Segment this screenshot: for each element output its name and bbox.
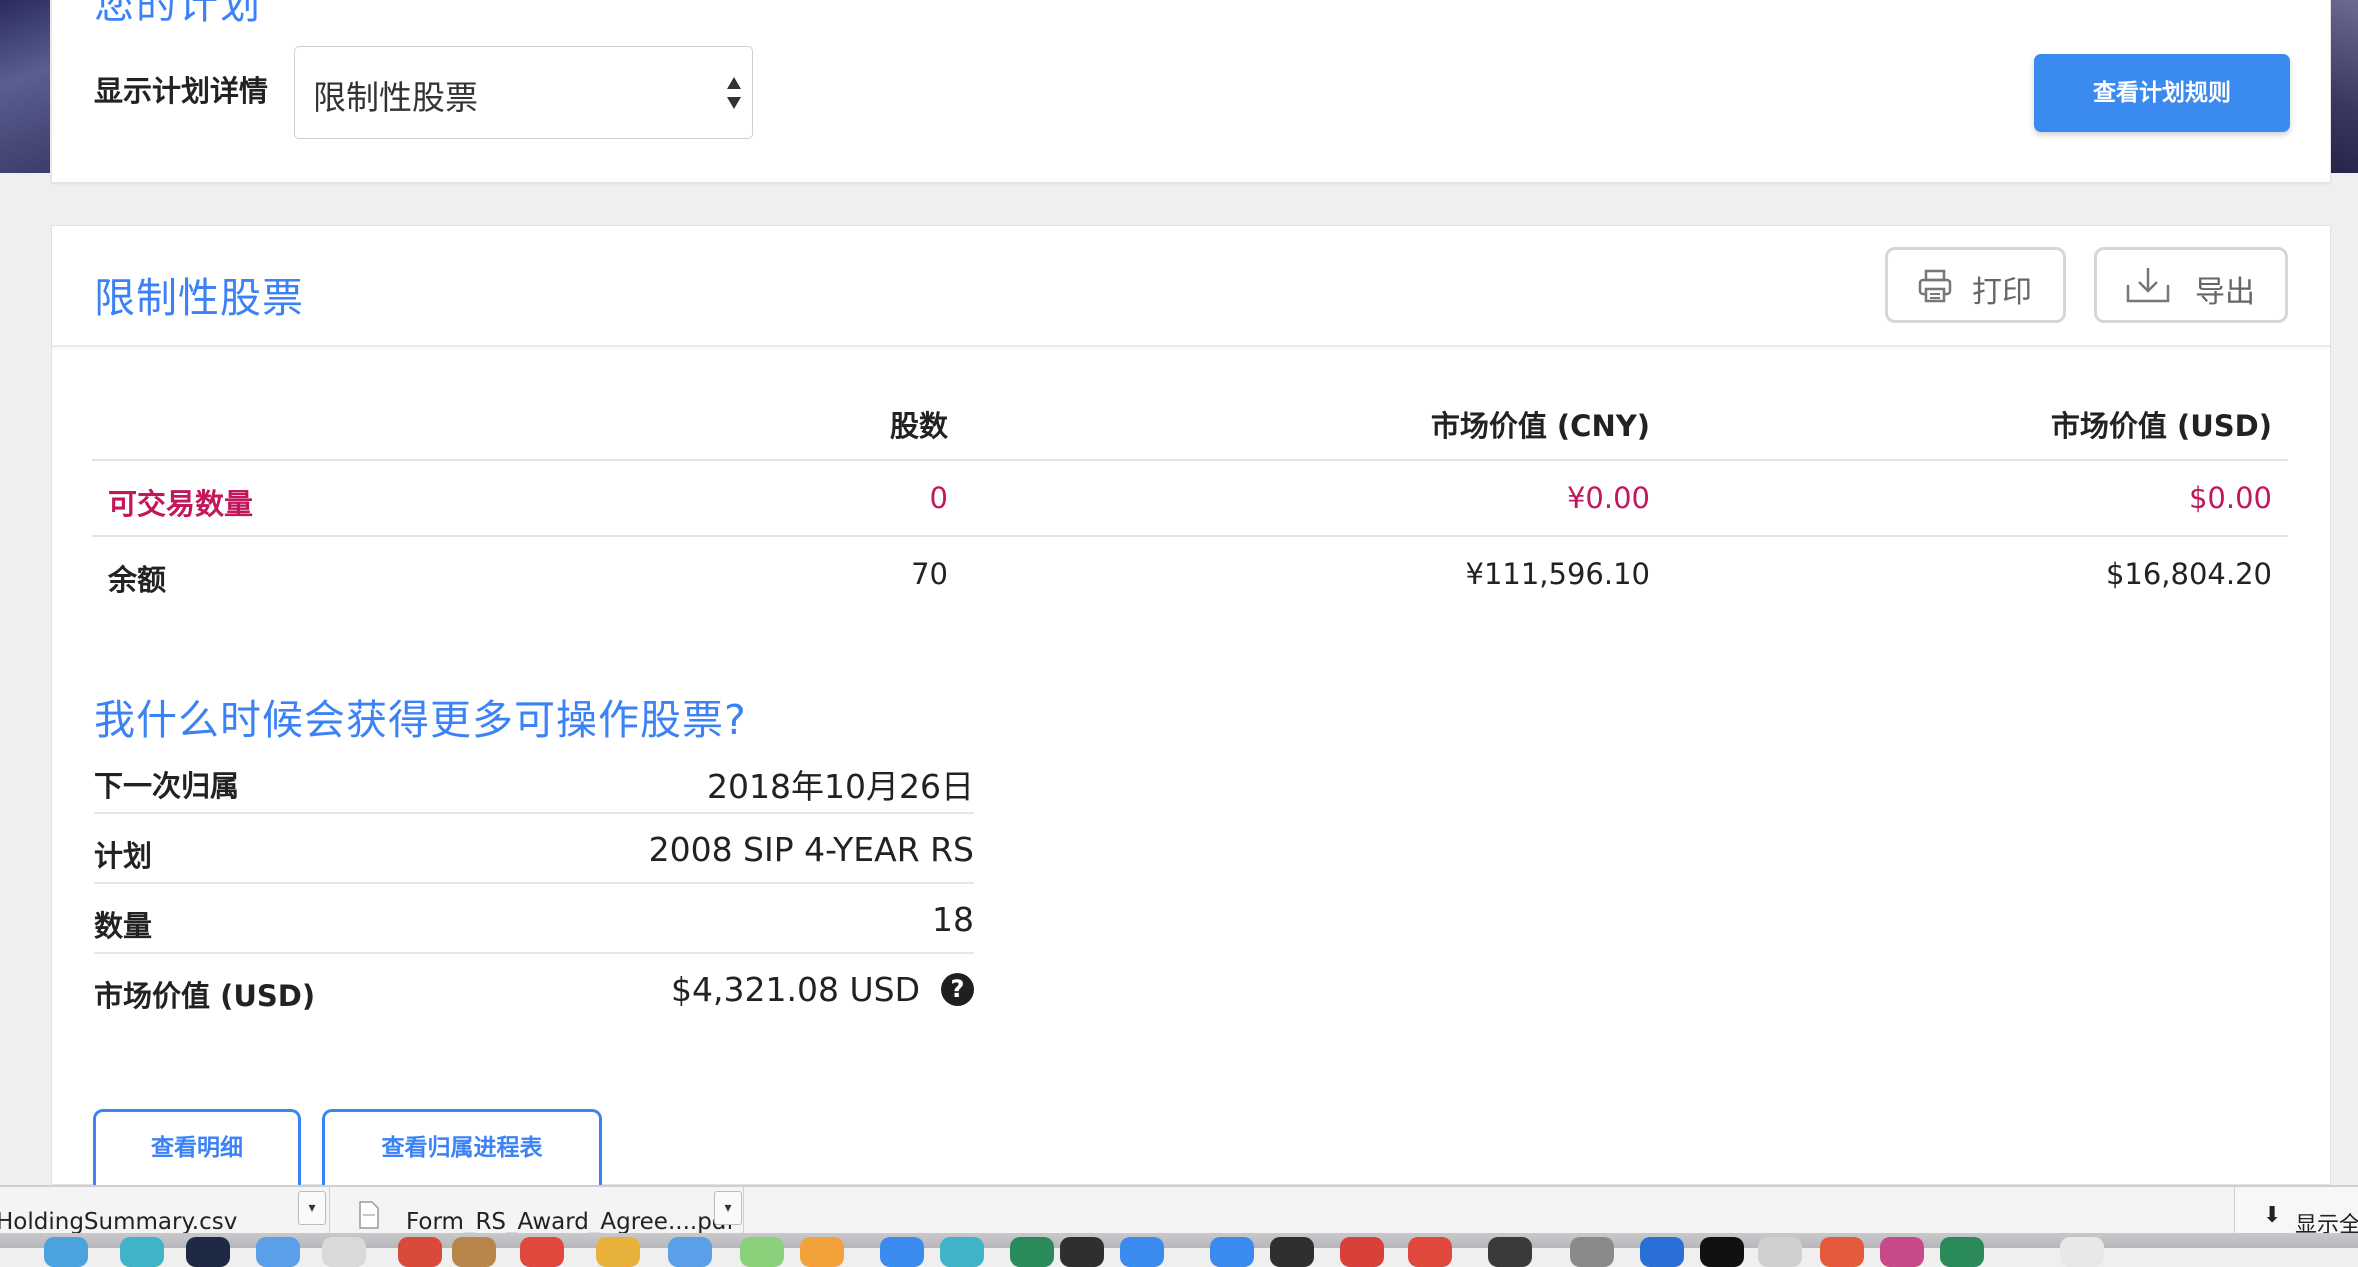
download-item[interactable]: HoldingSummary.csv ▾ — [0, 1187, 330, 1235]
file-icon — [359, 1201, 379, 1229]
dock-app-icon[interactable] — [1270, 1237, 1314, 1267]
card-title: 限制性股票 — [94, 274, 304, 322]
header-value-usd: 市场价值 (USD) — [2050, 409, 2272, 443]
export-button[interactable]: 导出 — [2094, 247, 2288, 323]
vesting-question-title: 我什么时候会获得更多可操作股票? — [94, 696, 747, 744]
detail-row-plan: 计划 2008 SIP 4-YEAR RS — [94, 814, 974, 884]
restricted-stock-card: 限制性股票 打印 导出 股数 市场价值 (CNY) 市场价值 (USD) 可交易… — [51, 225, 2331, 1185]
print-button[interactable]: 打印 — [1885, 247, 2066, 323]
view-vesting-schedule-button[interactable]: 查看归属进程表 — [322, 1109, 602, 1185]
download-shelf: HoldingSummary.csv ▾ Form_RS_Award_Agree… — [0, 1185, 2358, 1238]
plan-select-value: 限制性股票 — [313, 78, 478, 117]
show-all-downloads-button[interactable]: ⬇ 显示全 — [2234, 1187, 2358, 1238]
detail-label: 数量 — [94, 909, 153, 943]
row-label-tradable: 可交易数量 — [108, 487, 254, 521]
dock-app-icon[interactable] — [800, 1237, 844, 1267]
row-shares: 0 — [929, 481, 948, 515]
desktop-background-right — [2330, 0, 2358, 173]
dock-app-icon[interactable] — [120, 1237, 164, 1267]
plan-selector-label: 显示计划详情 — [94, 74, 269, 108]
download-menu-caret[interactable]: ▾ — [298, 1191, 326, 1225]
print-button-label: 打印 — [1972, 275, 2032, 310]
export-button-label: 导出 — [2195, 275, 2255, 310]
dock-app-icon[interactable] — [740, 1237, 784, 1267]
plan-selector-card: 您的计划 显示计划详情 限制性股票 查看计划规则 — [51, 0, 2331, 183]
detail-row-next-vest: 下一次归属 2018年10月26日 — [94, 744, 974, 814]
detail-label: 市场价值 (USD) — [94, 979, 316, 1013]
row-label-balance: 余额 — [108, 563, 167, 597]
detail-value: 2008 SIP 4-YEAR RS — [648, 830, 974, 869]
dock-app-icon[interactable] — [1640, 1237, 1684, 1267]
dock-app-icon[interactable] — [1010, 1237, 1054, 1267]
download-item[interactable]: Form_RS_Award_Agree....pdf ▾ — [334, 1187, 744, 1235]
dock-app-icon[interactable] — [398, 1237, 442, 1267]
dock-app-icon[interactable] — [186, 1237, 230, 1267]
detail-value: $4,321.08 USD — [671, 970, 920, 1009]
table-header-row: 股数 市场价值 (CNY) 市场价值 (USD) — [92, 376, 2288, 461]
row-value-usd: $16,804.20 — [2105, 557, 2272, 591]
view-details-button[interactable]: 查看明细 — [93, 1109, 301, 1185]
table-row: 余额 70 ¥111,596.10 $16,804.20 — [92, 537, 2288, 613]
download-menu-caret[interactable]: ▾ — [714, 1191, 742, 1225]
dock-app-icon[interactable] — [520, 1237, 564, 1267]
row-value-usd: $0.00 — [2188, 481, 2272, 515]
dock-app-icon[interactable] — [322, 1237, 366, 1267]
detail-row-market-value: 市场价值 (USD) $4,321.08 USD ? — [94, 954, 974, 1024]
download-filename: Form_RS_Award_Agree....pdf — [406, 1209, 735, 1235]
detail-label: 计划 — [94, 839, 153, 873]
detail-value: 2018年10月26日 — [707, 767, 974, 806]
header-shares: 股数 — [889, 409, 948, 443]
download-arrow-icon: ⬇ — [2263, 1203, 2282, 1228]
dock-app-icon[interactable] — [1060, 1237, 1104, 1267]
row-value-cny: ¥0.00 — [1566, 481, 1650, 515]
detail-label: 下一次归属 — [94, 769, 240, 803]
os-dock — [0, 1233, 2358, 1267]
plan-select[interactable]: 限制性股票 — [294, 46, 753, 139]
dock-app-icon[interactable] — [1570, 1237, 1614, 1267]
dock-app-icon[interactable] — [44, 1237, 88, 1267]
vesting-details: 下一次归属 2018年10月26日 计划 2008 SIP 4-YEAR RS … — [94, 744, 974, 1024]
detail-value: 18 — [932, 900, 974, 939]
table-row: 可交易数量 0 ¥0.00 $0.00 — [92, 461, 2288, 537]
desktop-background-left — [0, 0, 50, 173]
section-title-cut: 您的计划 — [94, 0, 262, 28]
dock-app-icon[interactable] — [1820, 1237, 1864, 1267]
dock-app-icon[interactable] — [596, 1237, 640, 1267]
dock-app-icon[interactable] — [1880, 1237, 1924, 1267]
dock-app-icon[interactable] — [940, 1237, 984, 1267]
dock-app-icon[interactable] — [1940, 1237, 1984, 1267]
printer-icon — [1918, 269, 1952, 303]
dock-app-icon[interactable] — [1210, 1237, 1254, 1267]
row-shares: 70 — [911, 557, 948, 591]
holdings-table: 股数 市场价值 (CNY) 市场价值 (USD) 可交易数量 0 ¥0.00 $… — [92, 376, 2288, 613]
dock-app-icon[interactable] — [1700, 1237, 1744, 1267]
header-value-cny: 市场价值 (CNY) — [1430, 409, 1650, 443]
dock-app-icon[interactable] — [1488, 1237, 1532, 1267]
dock-app-icon[interactable] — [1408, 1237, 1452, 1267]
dock-app-icon[interactable] — [880, 1237, 924, 1267]
detail-row-quantity: 数量 18 — [94, 884, 974, 954]
dock-app-icon[interactable] — [668, 1237, 712, 1267]
download-filename: HoldingSummary.csv — [0, 1209, 238, 1235]
dock-app-icon[interactable] — [256, 1237, 300, 1267]
download-icon — [2126, 268, 2170, 303]
dock-app-icon[interactable] — [2060, 1237, 2104, 1267]
dock-app-icon[interactable] — [1340, 1237, 1384, 1267]
dock-app-icon[interactable] — [1120, 1237, 1164, 1267]
view-plan-rules-button[interactable]: 查看计划规则 — [2034, 54, 2290, 132]
dock-app-icon[interactable] — [452, 1237, 496, 1267]
card-header: 限制性股票 打印 导出 — [52, 226, 2330, 347]
dock-app-icon[interactable] — [1758, 1237, 1802, 1267]
row-value-cny: ¥111,596.10 — [1465, 557, 1651, 591]
question-circle-icon[interactable]: ? — [941, 973, 974, 1006]
select-arrows-icon — [727, 77, 741, 109]
